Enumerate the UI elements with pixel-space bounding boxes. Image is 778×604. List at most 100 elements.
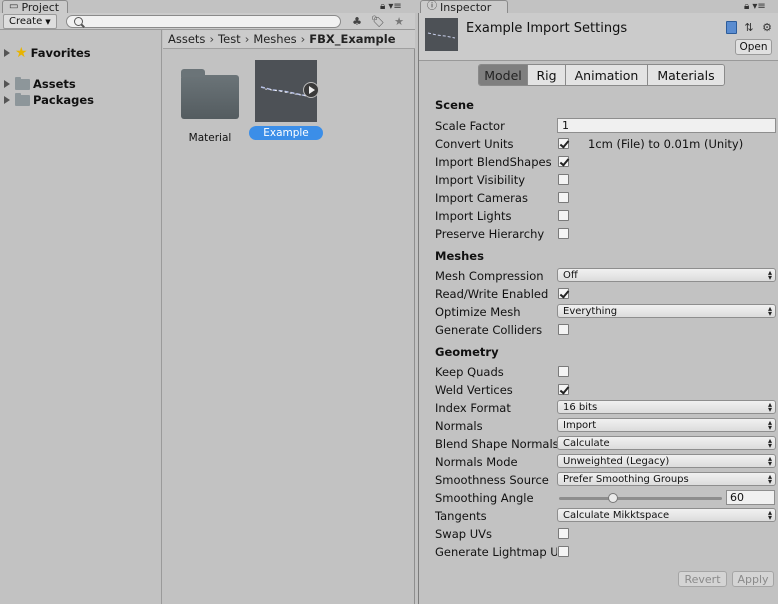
smoothing-angle-label: Smoothing Angle [435,491,534,505]
weld-vertices-label: Weld Vertices [435,383,513,397]
tab-label: Animation [574,67,639,83]
optimize-mesh-label: Optimize Mesh [435,305,521,319]
favorite-button[interactable]: ★ [389,14,409,29]
generate-colliders-label: Generate Colliders [435,323,543,337]
blend-shape-normals-dropdown[interactable]: Calculate ▴ ▾ [557,436,776,450]
smoothing-angle-field[interactable]: 60 [726,490,775,505]
expand-arrow-icon[interactable] [4,80,10,88]
project-panel: Create ▼ ♣ 🏷︎ ★ ★ Favorites Assets Packa… [0,13,415,604]
updown-arrow-icon: ▴ ▾ [767,508,772,522]
import-cameras-checkbox[interactable] [558,192,569,203]
breadcrumb-item[interactable]: Assets [168,32,205,46]
import-visibility-label: Import Visibility [435,173,526,187]
smoothing-angle-slider-handle[interactable] [608,493,619,503]
tab-animation[interactable]: Animation [566,65,648,85]
import-lights-checkbox[interactable] [558,210,569,221]
tab-model[interactable]: Model [479,65,528,85]
asset-example[interactable]: Example [249,60,323,140]
tree-item-assets[interactable]: Assets [4,76,76,92]
tree-item-favorites[interactable]: ★ Favorites [4,45,91,61]
lock-icon[interactable]: 🔒︎ [744,1,749,12]
tab-project[interactable]: ▭ Project [2,0,68,13]
help-book-icon[interactable] [724,20,738,34]
scale-factor-value: 1 [562,119,569,132]
mesh-thumbnail [425,18,458,51]
updown-arrow-icon: ▴ ▾ [767,304,772,318]
breadcrumb-item[interactable]: Meshes [253,32,296,46]
keep-quads-label: Keep Quads [435,365,504,379]
updown-arrow-icon: ▴ ▾ [767,418,772,432]
tree-item-label: Favorites [30,46,91,60]
section-title-meshes: Meshes [435,249,484,263]
normals-dropdown[interactable]: Import ▴ ▾ [557,418,776,432]
preserve-hierarchy-label: Preserve Hierarchy [435,227,545,241]
weld-vertices-checkbox[interactable] [558,384,569,395]
search-icon [74,17,83,26]
tab-rig[interactable]: Rig [528,65,566,85]
generate-lightmap-checkbox[interactable] [558,546,569,557]
import-lights-label: Import Lights [435,209,512,223]
updown-arrow-icon: ▴ ▾ [767,400,772,414]
folder-icon [15,92,30,106]
tangents-dropdown[interactable]: Calculate Mikktspace ▴ ▾ [557,508,776,522]
star-outline-icon: ★ [394,15,404,28]
import-blendshapes-label: Import BlendShapes [435,155,552,169]
open-button[interactable]: Open [735,39,772,55]
play-preview-icon[interactable] [303,82,319,98]
expand-arrow-icon[interactable] [4,49,10,57]
filter-by-type-button[interactable]: ♣ [347,14,367,29]
folder-icon [181,69,239,119]
breadcrumb-separator: › [300,32,306,46]
dropdown-value: Calculate [563,437,610,449]
convert-units-checkbox[interactable] [558,138,569,149]
breadcrumb: Assets › Test › Meshes › FBX_Example [163,30,415,49]
import-visibility-checkbox[interactable] [558,174,569,185]
apply-button[interactable]: Apply [732,571,774,587]
tab-inspector-label: Inspector [440,0,492,14]
project-tab-controls: 🔒︎ ▾≡ [380,0,402,12]
updown-arrow-icon: ▴ ▾ [767,436,772,450]
tag-icon: 🏷︎ [371,15,385,28]
importer-tabs: Model Rig Animation Materials [478,64,725,86]
import-cameras-label: Import Cameras [435,191,528,205]
inspector-header: Example Import Settings ⇅ ⚙ Open [419,13,778,61]
preserve-hierarchy-checkbox[interactable] [558,228,569,239]
folder-icon: ▭ [9,1,19,12]
project-toolbar: Create ▼ ♣ 🏷︎ ★ [0,13,415,30]
updown-arrow-icon: ▴ ▾ [767,268,772,282]
asset-material[interactable]: Material [179,67,241,145]
gear-icon[interactable]: ⚙ [760,20,774,34]
updown-arrow-icon: ▴ ▾ [767,454,772,468]
mesh-compression-dropdown[interactable]: Off ▴ ▾ [557,268,776,282]
create-button[interactable]: Create ▼ [3,14,57,29]
swap-uvs-checkbox[interactable] [558,528,569,539]
breadcrumb-item[interactable]: Test [218,32,241,46]
smoothing-angle-value: 60 [730,491,744,504]
asset-label: Example [249,126,323,140]
import-blendshapes-checkbox[interactable] [558,156,569,167]
tab-label: Rig [536,67,557,83]
preset-sliders-icon[interactable]: ⇅ [742,20,756,34]
normals-mode-label: Normals Mode [435,455,518,469]
tree-item-packages[interactable]: Packages [4,92,94,108]
search-input[interactable] [66,15,341,28]
smoothing-angle-slider[interactable] [559,497,722,500]
menu-icon[interactable]: ▾≡ [388,1,401,12]
lock-icon[interactable]: 🔒︎ [380,1,385,12]
smoothness-source-dropdown[interactable]: Prefer Smoothing Groups ▴ ▾ [557,472,776,486]
index-format-dropdown[interactable]: 16 bits ▴ ▾ [557,400,776,414]
generate-colliders-checkbox[interactable] [558,324,569,335]
normals-mode-dropdown[interactable]: Unweighted (Legacy) ▴ ▾ [557,454,776,468]
revert-button[interactable]: Revert [678,571,727,587]
keep-quads-checkbox[interactable] [558,366,569,377]
filter-by-label-button[interactable]: 🏷︎ [368,14,388,29]
read-write-checkbox[interactable] [558,288,569,299]
scale-factor-field[interactable]: 1 [557,118,776,133]
expand-arrow-icon[interactable] [4,96,10,104]
inspector-panel: Example Import Settings ⇅ ⚙ Open Model R… [418,13,778,604]
breadcrumb-item-current[interactable]: FBX_Example [309,32,395,46]
menu-icon[interactable]: ▾≡ [752,1,765,12]
tab-inspector[interactable]: ⓘ Inspector [420,0,508,13]
tab-materials[interactable]: Materials [648,65,724,85]
optimize-mesh-dropdown[interactable]: Everything ▴ ▾ [557,304,776,318]
